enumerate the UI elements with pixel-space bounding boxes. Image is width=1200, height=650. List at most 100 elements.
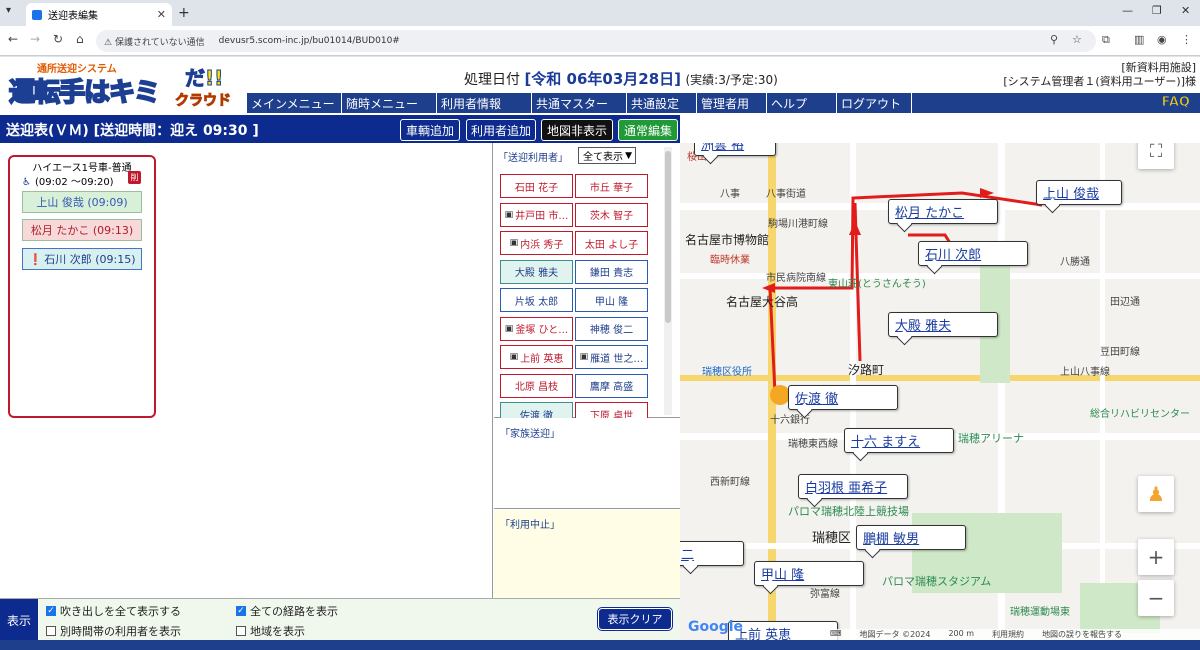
map-callout[interactable]: 洲雲 裕: [694, 143, 776, 156]
scrollbar-thumb[interactable]: [665, 151, 671, 323]
show-button[interactable]: 表示: [0, 599, 38, 641]
bookmark-star-icon[interactable]: ☆: [1072, 33, 1082, 46]
user-list-item[interactable]: ▣ 釜塚 ひと…: [500, 316, 573, 341]
app-logo[interactable]: 通所送迎システム 運転手はキミ だ!! クラウド: [3, 60, 243, 112]
normal-edit-button[interactable]: 通常編集: [618, 119, 678, 141]
bottom-status-bar: [0, 640, 1200, 650]
map-callout[interactable]: 白羽根 亜希子: [798, 474, 908, 499]
user-list-item[interactable]: 北原 昌枝: [500, 373, 573, 398]
clear-display-button[interactable]: 表示クリア: [598, 608, 672, 630]
map-scale[interactable]: 200 m: [948, 629, 974, 640]
user-name-label: 石田 花子: [514, 182, 559, 194]
map-callout[interactable]: 石川 次郎: [918, 241, 1028, 266]
passenger-item[interactable]: ❗ 石川 次郎 (09:15): [22, 248, 142, 270]
user-list-item[interactable]: 鷹摩 高盛: [575, 373, 648, 398]
route-map[interactable]: 桜山 八事街道 駒場川港町線 名古屋市博物館 臨時休業 市民病院南線 東山荘(と…: [680, 143, 1200, 640]
menu-main[interactable]: メインメニュー: [247, 93, 342, 113]
passenger-item[interactable]: 上山 俊哉 (09:09): [22, 191, 142, 213]
zoom-in-icon[interactable]: +: [1138, 539, 1174, 575]
map-label: 名古屋市博物館: [685, 233, 770, 247]
keyboard-icon[interactable]: ⌨: [830, 629, 842, 640]
add-vehicle-button[interactable]: 車輌追加: [400, 119, 460, 141]
menu-user-info[interactable]: 利用者情報: [437, 93, 532, 113]
map-callout[interactable]: 佐渡 徹: [788, 385, 898, 410]
show-balloons-checkbox[interactable]: ✓ 吹き出しを全て表示する: [46, 603, 181, 619]
delete-vehicle-button[interactable]: 削: [128, 171, 141, 184]
minimize-icon[interactable]: —: [1122, 4, 1133, 17]
menu-common-master[interactable]: 共通マスター: [532, 93, 627, 113]
show-routes-checkbox[interactable]: ✓ 全ての経路を表示: [236, 603, 338, 619]
suspended-users-panel[interactable]: 「利用中止」: [494, 510, 680, 598]
menu-kebab-icon[interactable]: ⋮: [1181, 33, 1192, 46]
user-list-item[interactable]: ▣ 内浜 秀子: [500, 231, 573, 255]
user-filter-select[interactable]: 全て表示 ▼: [578, 147, 636, 164]
forward-icon[interactable]: →: [30, 32, 40, 46]
map-callout[interactable]: 鵬棚 敏男: [856, 525, 966, 550]
back-icon[interactable]: ←: [8, 32, 18, 46]
user-list-item[interactable]: 神穂 俊二: [575, 316, 648, 341]
user-list-item[interactable]: 片坂 太郎: [500, 288, 573, 312]
report-error-link[interactable]: 地図の誤りを報告する: [1042, 629, 1122, 640]
user-list-item[interactable]: ▣ 雁道 世之…: [575, 345, 648, 369]
faq-button[interactable]: FAQ: [1161, 95, 1190, 111]
user-list-item[interactable]: 太田 よし子: [575, 231, 648, 255]
family-transport-panel[interactable]: 「家族送迎」: [494, 419, 680, 509]
map-callout[interactable]: 上山 俊哉: [1036, 180, 1122, 205]
extensions-icon[interactable]: ⧉: [1102, 33, 1110, 47]
user-list-item[interactable]: 下原 卓世: [575, 402, 648, 418]
user-list-item[interactable]: ▣ 井戸田 市…: [500, 202, 573, 227]
user-list-item[interactable]: ▣ 上前 英恵: [500, 345, 573, 369]
map-callout[interactable]: 二: [680, 541, 744, 566]
user-list-item[interactable]: 大殿 雅夫: [500, 259, 573, 284]
close-tab-icon[interactable]: ✕: [157, 8, 166, 21]
map-callout[interactable]: 甲山 隆: [754, 561, 864, 586]
add-user-button[interactable]: 利用者追加: [466, 119, 536, 141]
user-list-item[interactable]: 甲山 隆: [575, 288, 648, 312]
home-icon[interactable]: ⌂: [76, 32, 84, 46]
hide-map-button[interactable]: 地図非表示: [541, 119, 613, 141]
tab-search-icon[interactable]: ▾: [6, 5, 11, 16]
user-list-item[interactable]: 市丘 華子: [575, 174, 648, 198]
street-view-icon[interactable]: ♟: [1138, 476, 1174, 512]
map-callout[interactable]: 十六 ますえ: [844, 428, 954, 453]
favicon-icon: [32, 9, 42, 20]
user-list-item[interactable]: 鎌田 貴志: [575, 259, 648, 284]
reload-icon[interactable]: ↻: [53, 32, 63, 46]
browser-tab[interactable]: 送迎表編集 ✕: [26, 3, 172, 26]
user-list-scrollbar[interactable]: [664, 147, 672, 415]
menu-admin[interactable]: 管理者用: [697, 93, 767, 113]
sidepanel-icon[interactable]: ▥: [1134, 33, 1144, 46]
show-area-checkbox[interactable]: 地域を表示: [236, 623, 305, 639]
passenger-item[interactable]: 松月 たかこ (09:13): [22, 219, 142, 241]
user-list-item[interactable]: 佐渡 徹: [500, 402, 573, 418]
facility-marker-icon[interactable]: [770, 385, 790, 405]
vehicle-card[interactable]: ハイエース1号車-普通 ♿ (09:02 ～09:20) 削 上山 俊哉 (09:…: [8, 155, 156, 418]
user-name-label: 鎌田 貴志: [589, 268, 634, 279]
transport-users-panel: 「送迎利用者」 全て表示 ▼ 石田 花子 市丘 華子 ▣ 井戸田 市… 茨木 智子 ▣ 内浜 …: [494, 143, 680, 418]
other-time-users-checkbox[interactable]: 別時間帯の利用者を表示: [46, 623, 181, 639]
restore-icon[interactable]: ❐: [1152, 4, 1162, 17]
proc-date-value: [令和 06年03月28日]: [524, 70, 682, 88]
profile-icon[interactable]: ◉: [1157, 33, 1167, 46]
document-icon: ▣: [504, 323, 514, 334]
window-close-icon[interactable]: ✕: [1181, 4, 1190, 17]
user-list-item[interactable]: 茨木 智子: [575, 202, 648, 227]
map-label: 弥富線: [810, 589, 840, 600]
map-callout[interactable]: 松月 たかこ: [888, 199, 998, 224]
page-title: 送迎表(ＶＭ) [送迎時間：迎え 09:30 ]: [6, 123, 259, 139]
zoom-out-icon[interactable]: −: [1138, 580, 1174, 616]
url-input[interactable]: ⚠ 保護されていない通信 devusr5.scom-inc.jp/bu01014…: [96, 30, 1096, 52]
menu-help[interactable]: ヘルプ: [767, 93, 837, 113]
user-list-item[interactable]: 石田 花子: [500, 174, 573, 198]
users-panel-header: 「送迎利用者」: [498, 153, 568, 164]
menu-common-settings[interactable]: 共通設定: [627, 93, 697, 113]
chevron-down-icon: ▼: [625, 150, 632, 161]
new-tab-icon[interactable]: +: [178, 5, 190, 21]
fullscreen-icon[interactable]: ⛶: [1138, 143, 1174, 169]
terms-link[interactable]: 利用規約: [992, 629, 1024, 640]
not-secure-badge[interactable]: ⚠ 保護されていない通信: [104, 35, 205, 48]
menu-logout[interactable]: ログアウト: [837, 93, 912, 113]
menu-anytime[interactable]: 随時メニュー: [342, 93, 437, 113]
map-callout[interactable]: 大殿 雅夫: [888, 312, 998, 337]
zoom-icon[interactable]: ⚲: [1050, 33, 1058, 46]
